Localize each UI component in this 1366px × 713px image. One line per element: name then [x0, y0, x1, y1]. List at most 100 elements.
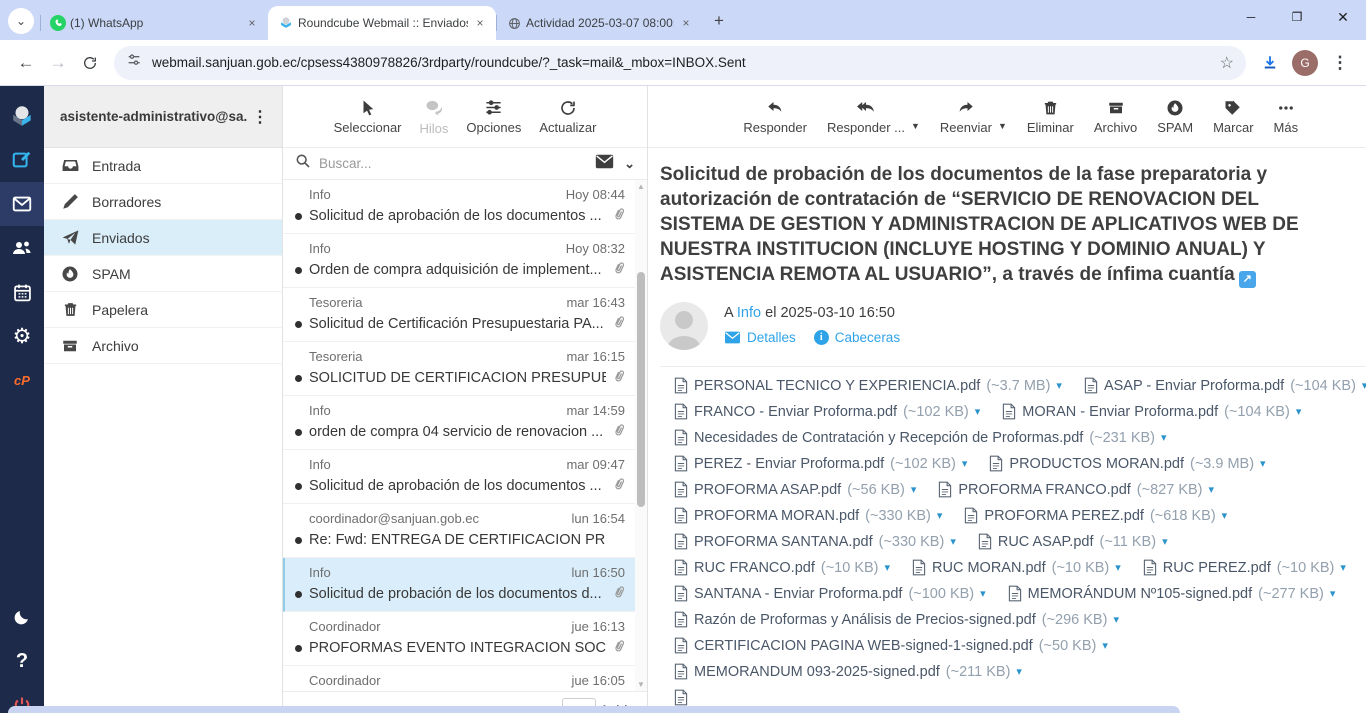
attachment-dropdown-icon[interactable]: ▾ [975, 405, 981, 418]
attachment-item[interactable]: PROFORMA FRANCO.pdf (~827 KB) ▾ [938, 481, 1214, 498]
attachment-item[interactable]: MEMORÁNDUM Nº105-signed.pdf (~277 KB) ▾ [1008, 585, 1336, 602]
message-list-item[interactable]: Coordinador jue 16:05 [283, 666, 635, 691]
site-settings-icon[interactable] [126, 52, 142, 73]
attachment-dropdown-icon[interactable]: ▾ [1260, 457, 1266, 470]
new-tab-button[interactable]: + [706, 8, 732, 34]
attachment-item[interactable]: SANTANA - Enviar Proforma.pdf (~100 KB) … [674, 585, 986, 602]
tab-close-icon[interactable]: × [678, 15, 694, 31]
message-list-item[interactable]: coordinador@sanjuan.gob.ec lun 16:54 Re:… [283, 504, 635, 558]
profile-avatar[interactable]: G [1292, 50, 1318, 76]
message-list-item[interactable]: Info lun 16:50 Solicitud de probación de… [283, 558, 635, 612]
attachment-item[interactable]: ASAP - Enviar Proforma.pdf (~104 KB) ▾ [1084, 377, 1366, 394]
download-icon[interactable] [1254, 47, 1286, 79]
forward-dropdown-icon[interactable]: ▼ [998, 121, 1007, 131]
folder-spam[interactable]: SPAM [44, 256, 282, 292]
attachment-item[interactable]: MEMORANDUM 093-2025-signed.pdf (~211 KB)… [674, 663, 1022, 680]
reply-all-button[interactable]: Responder ... [827, 99, 905, 135]
attachment-item[interactable]: PROFORMA MORAN.pdf (~330 KB) ▾ [674, 507, 942, 524]
tab-close-icon[interactable]: × [244, 15, 260, 31]
attachment-dropdown-icon[interactable]: ▾ [950, 535, 956, 548]
attachment-dropdown-icon[interactable]: ▾ [1113, 613, 1119, 626]
calendar-icon[interactable] [0, 270, 44, 314]
attachment-item[interactable]: PROFORMA ASAP.pdf (~56 KB) ▾ [674, 481, 916, 498]
settings-gear-icon[interactable]: ⚙ [0, 314, 44, 358]
minimize-button[interactable]: ─ [1228, 0, 1274, 34]
threads-button[interactable]: Hilos [420, 98, 449, 136]
message-list-item[interactable]: Info mar 14:59 orden de compra 04 servic… [283, 396, 635, 450]
folder-papelera[interactable]: Papelera [44, 292, 282, 328]
compose-icon[interactable] [0, 138, 44, 182]
contacts-icon[interactable] [0, 226, 44, 270]
search-bar[interactable]: Buscar... ⌄ [283, 148, 647, 180]
refresh-button[interactable]: Actualizar [539, 99, 596, 135]
folder-enviados[interactable]: Enviados [44, 220, 282, 256]
attachment-item[interactable] [674, 689, 700, 706]
help-icon[interactable]: ? [0, 639, 44, 683]
archive-button[interactable]: Archivo [1094, 99, 1137, 135]
attachment-item[interactable]: PRODUCTOS MORAN.pdf (~3.9 MB) ▾ [989, 455, 1265, 472]
message-list-item[interactable]: Info mar 09:47 Solicitud de aprobación d… [283, 450, 635, 504]
options-button[interactable]: Opciones [466, 98, 521, 135]
attachment-dropdown-icon[interactable]: ▾ [1102, 639, 1108, 652]
message-list-item[interactable]: Info Hoy 08:44 Solicitud de aprobación d… [283, 180, 635, 234]
recipient-link[interactable]: Info [737, 305, 761, 321]
folder-borradores[interactable]: Borradores [44, 184, 282, 220]
attachment-dropdown-icon[interactable]: ▾ [1340, 561, 1346, 574]
folder-archivo[interactable]: Archivo [44, 328, 282, 364]
cpanel-icon[interactable]: cP [0, 358, 44, 402]
attachment-dropdown-icon[interactable]: ▾ [1209, 483, 1215, 496]
attachment-item[interactable]: PROFORMA SANTANA.pdf (~330 KB) ▾ [674, 533, 956, 550]
attachment-dropdown-icon[interactable]: ▾ [1056, 379, 1062, 392]
back-button[interactable]: ← [10, 47, 42, 79]
restore-button[interactable]: ❐ [1274, 0, 1320, 34]
reply-all-dropdown-icon[interactable]: ▼ [911, 121, 920, 131]
tab-whatsapp[interactable]: (1) WhatsApp × [40, 6, 268, 40]
mail-icon[interactable] [0, 182, 44, 226]
close-button[interactable]: ✕ [1320, 0, 1366, 34]
tab-search-button[interactable]: ⌄ [8, 8, 34, 34]
attachment-item[interactable]: PEREZ - Enviar Proforma.pdf (~102 KB) ▾ [674, 455, 967, 472]
message-list-item[interactable]: Tesoreria mar 16:15 SOLICITUD DE CERTIFI… [283, 342, 635, 396]
message-list-item[interactable]: Coordinador jue 16:13 PROFORMAS EVENTO I… [283, 612, 635, 666]
url-text[interactable]: webmail.sanjuan.gob.ec/cpsess4380978826/… [152, 55, 1212, 70]
attachment-item[interactable]: CERTIFICACION PAGINA WEB-signed-1-signed… [674, 637, 1108, 654]
account-menu-icon[interactable]: ⋮ [248, 107, 272, 127]
attachment-item[interactable]: RUC ASAP.pdf (~11 KB) ▾ [978, 533, 1168, 550]
attachment-item[interactable]: PERSONAL TECNICO Y EXPERIENCIA.pdf (~3.7… [674, 377, 1062, 394]
attachment-dropdown-icon[interactable]: ▾ [1362, 379, 1366, 392]
details-link[interactable]: Detalles [724, 330, 796, 345]
tab-actividad[interactable]: Actividad 2025-03-07 08:00:00 × [496, 6, 702, 40]
folder-entrada[interactable]: Entrada [44, 148, 282, 184]
forward-button[interactable]: Reenviar [940, 99, 992, 135]
mark-button[interactable]: Marcar [1213, 99, 1253, 135]
search-options-chevron-icon[interactable]: ⌄ [624, 156, 635, 172]
attachment-dropdown-icon[interactable]: ▾ [1161, 431, 1167, 444]
reply-button[interactable]: Responder [743, 99, 807, 135]
attachment-item[interactable]: Razón de Proformas y Análisis de Precios… [674, 611, 1119, 628]
attachment-dropdown-icon[interactable]: ▾ [980, 587, 986, 600]
attachment-dropdown-icon[interactable]: ▾ [1162, 535, 1168, 548]
select-button[interactable]: Seleccionar [334, 99, 402, 135]
tab-roundcube[interactable]: Roundcube Webmail :: Enviados × [268, 6, 496, 40]
more-button[interactable]: Más [1274, 99, 1299, 135]
dark-mode-moon-icon[interactable] [0, 595, 44, 639]
bookmark-star-icon[interactable]: ☆ [1220, 53, 1234, 73]
attachment-dropdown-icon[interactable]: ▾ [1296, 405, 1302, 418]
attachment-dropdown-icon[interactable]: ▾ [884, 561, 890, 574]
address-bar[interactable]: webmail.sanjuan.gob.ec/cpsess4380978826/… [114, 46, 1246, 80]
attachment-dropdown-icon[interactable]: ▾ [1016, 665, 1022, 678]
forward-button[interactable]: → [42, 47, 74, 79]
browser-menu-icon[interactable]: ⋮ [1324, 47, 1356, 79]
attachment-item[interactable]: RUC MORAN.pdf (~10 KB) ▾ [912, 559, 1121, 576]
message-list-item[interactable]: Tesoreria mar 16:43 Solicitud de Certifi… [283, 288, 635, 342]
attachment-dropdown-icon[interactable]: ▾ [911, 483, 917, 496]
spam-button[interactable]: SPAM [1157, 99, 1193, 135]
attachment-dropdown-icon[interactable]: ▾ [1330, 587, 1336, 600]
attachment-item[interactable]: RUC FRANCO.pdf (~10 KB) ▾ [674, 559, 890, 576]
attachment-item[interactable]: RUC PEREZ.pdf (~10 KB) ▾ [1143, 559, 1346, 576]
attachment-dropdown-icon[interactable]: ▾ [1115, 561, 1121, 574]
search-scope-mail-icon[interactable] [595, 154, 614, 174]
list-scrollbar[interactable]: ▲▼ [635, 180, 647, 691]
attachment-item[interactable]: MORAN - Enviar Proforma.pdf (~104 KB) ▾ [1002, 403, 1301, 420]
attachment-dropdown-icon[interactable]: ▾ [937, 509, 943, 522]
